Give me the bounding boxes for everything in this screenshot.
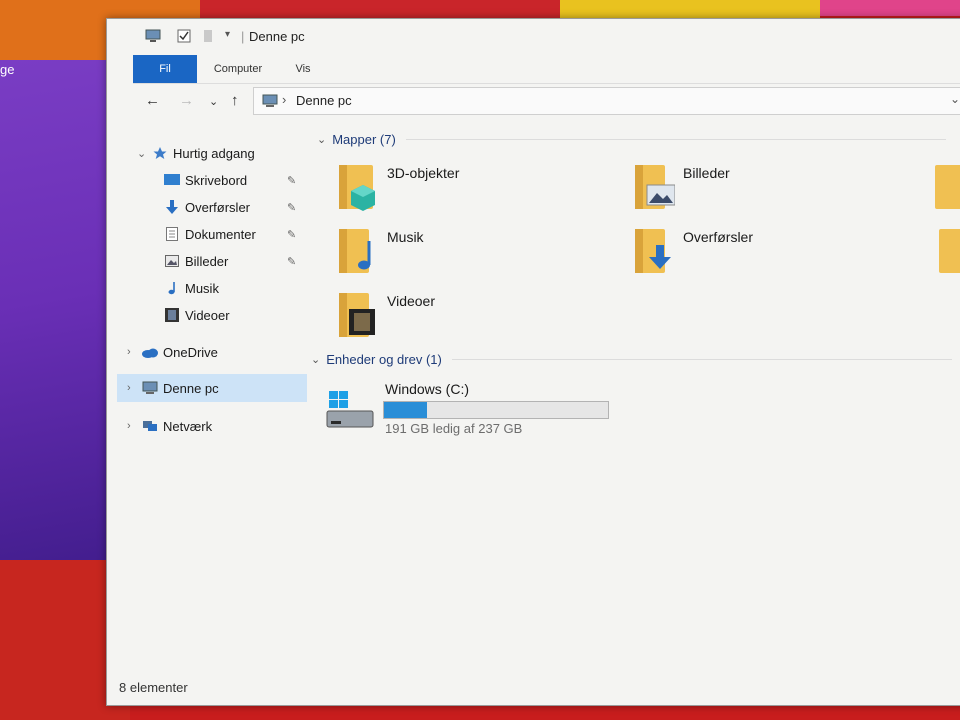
nav-network-label: Netværk [163,418,213,434]
file-explorer-window: ▾ | Denne pc Fil Computer Vis ← → ⌄ ↑ › … [106,18,960,706]
videos-folder-icon [339,293,375,337]
pin-icon[interactable]: ✎ [287,228,296,241]
collapsed-chevron-icon[interactable]: › [127,346,141,358]
tab-vis[interactable]: Vis [283,55,323,83]
pc-icon [141,380,159,396]
recent-locations-chevron-icon[interactable]: ⌄ [209,95,218,108]
tab-computer[interactable]: Computer [203,55,273,83]
breadcrumb-chevron-icon[interactable]: › [282,92,286,107]
group-header-devices-label: Enheder og drev (1) [326,352,442,367]
title-separator: | [241,29,245,44]
document-icon [163,226,181,242]
up-arrow-icon[interactable]: ↑ [231,92,239,109]
star-icon [151,145,169,161]
expanded-chevron-icon[interactable]: ⌄ [137,147,151,160]
network-icon [141,418,159,434]
nav-item-label: Overførsler [185,199,250,215]
divider [451,359,952,360]
folder-musik[interactable]: Musik [335,227,615,283]
nav-item-skrivebord[interactable]: Skrivebord ✎ [163,168,296,192]
address-bar[interactable]: › Denne pc ⌄ [253,87,960,115]
nav-quick-access[interactable]: ⌄ Hurtig adgang [137,141,255,165]
drive-usage-bar [383,401,609,419]
windows-drive-icon [326,391,374,428]
nav-onedrive[interactable]: › OneDrive [127,340,218,364]
partial-folder-icon[interactable] [935,163,960,211]
group-header-devices[interactable]: ⌄ Enheder og drev (1) [311,352,960,367]
desktop-icon-label[interactable]: ge [0,62,14,77]
group-header-folders[interactable]: ⌄ Mapper (7) [317,132,957,147]
nav-item-label: Dokumenter [185,226,256,242]
nav-quick-access-label: Hurtig adgang [173,145,255,161]
nav-item-label: Musik [185,280,219,296]
nav-item-videoer[interactable]: Videoer [163,303,230,327]
pictures-folder-icon [635,165,675,209]
ribbon-tabs: Fil Computer Vis [133,55,960,84]
new-folder-icon[interactable] [203,29,213,46]
pc-icon [262,94,278,113]
wallpaper-yellow-segment [560,0,820,18]
nav-item-label: Skrivebord [185,172,248,188]
cloud-icon [141,344,159,360]
pictures-icon [163,253,181,269]
download-arrow-icon [163,199,181,215]
folder-name: Overførsler [683,229,753,245]
folder-name: Musik [387,229,424,245]
nav-this-pc-label: Denne pc [163,380,219,396]
address-dropdown-chevron-icon[interactable]: ⌄ [950,92,960,106]
drive-usage-fill [384,402,428,418]
folder-overforsler[interactable]: Overførsler [631,227,911,283]
nav-item-label: Billeder [185,253,229,269]
group-header-folders-label: Mapper (7) [332,132,396,147]
nav-network[interactable]: › Netværk [127,414,212,438]
expanded-chevron-icon[interactable]: ⌄ [311,353,320,366]
breadcrumb-denne-pc[interactable]: Denne pc [296,93,352,108]
back-arrow-icon[interactable]: ← [145,92,160,109]
nav-item-dokumenter[interactable]: Dokumenter ✎ [163,222,296,246]
customize-toolbar-chevron-icon[interactable]: ▾ [225,29,230,40]
tab-fil[interactable]: Fil [133,55,197,83]
wallpaper-pink-segment [820,0,960,16]
nav-item-overforsler[interactable]: Overførsler ✎ [163,195,296,219]
nav-onedrive-label: OneDrive [163,344,218,360]
music-folder-icon [339,229,371,273]
drive-free-space: 191 GB ledig af 237 GB [385,421,523,436]
desktop-icon [163,172,181,188]
folder-billeder[interactable]: Billeder [631,163,911,219]
collapsed-chevron-icon[interactable]: › [127,420,141,432]
folder-name: Billeder [683,165,730,181]
pin-icon[interactable]: ✎ [287,201,296,214]
3d-objects-folder-icon [339,165,375,211]
downloads-folder-icon [635,229,671,273]
window-title: Denne pc [249,29,305,44]
folder-3d-objekter[interactable]: 3D-objekter [335,163,615,219]
nav-item-musik[interactable]: Musik [163,276,219,300]
pc-icon[interactable] [145,29,161,46]
drive-windows-c[interactable]: Windows (C:) 191 GB ledig af 237 GB [325,381,625,441]
expanded-chevron-icon[interactable]: ⌄ [317,133,326,146]
forward-arrow-icon[interactable]: → [179,92,194,109]
nav-this-pc[interactable]: › Denne pc [117,374,307,402]
title-bar: ▾ | Denne pc [107,19,960,53]
folder-name: Videoer [387,293,436,309]
nav-item-billeder[interactable]: Billeder ✎ [163,249,296,273]
film-icon [163,307,181,323]
nav-item-label: Videoer [185,307,230,323]
properties-checkbox-icon[interactable] [177,29,191,46]
music-note-icon [163,280,181,296]
drive-name: Windows (C:) [385,381,470,397]
navigation-bar: ← → ⌄ ↑ › Denne pc ⌄ [107,83,960,119]
folder-name: 3D-objekter [387,165,460,181]
partial-folder-icon[interactable] [939,227,960,275]
status-bar-item-count: 8 elementer [119,680,188,695]
navigation-pane: ⌄ Hurtig adgang Skrivebord ✎ Overførsler… [117,137,307,438]
pin-icon[interactable]: ✎ [287,174,296,187]
folder-videoer[interactable]: Videoer [335,291,615,347]
collapsed-chevron-icon[interactable]: › [127,382,141,394]
pin-icon[interactable]: ✎ [287,255,296,268]
divider [405,139,946,140]
